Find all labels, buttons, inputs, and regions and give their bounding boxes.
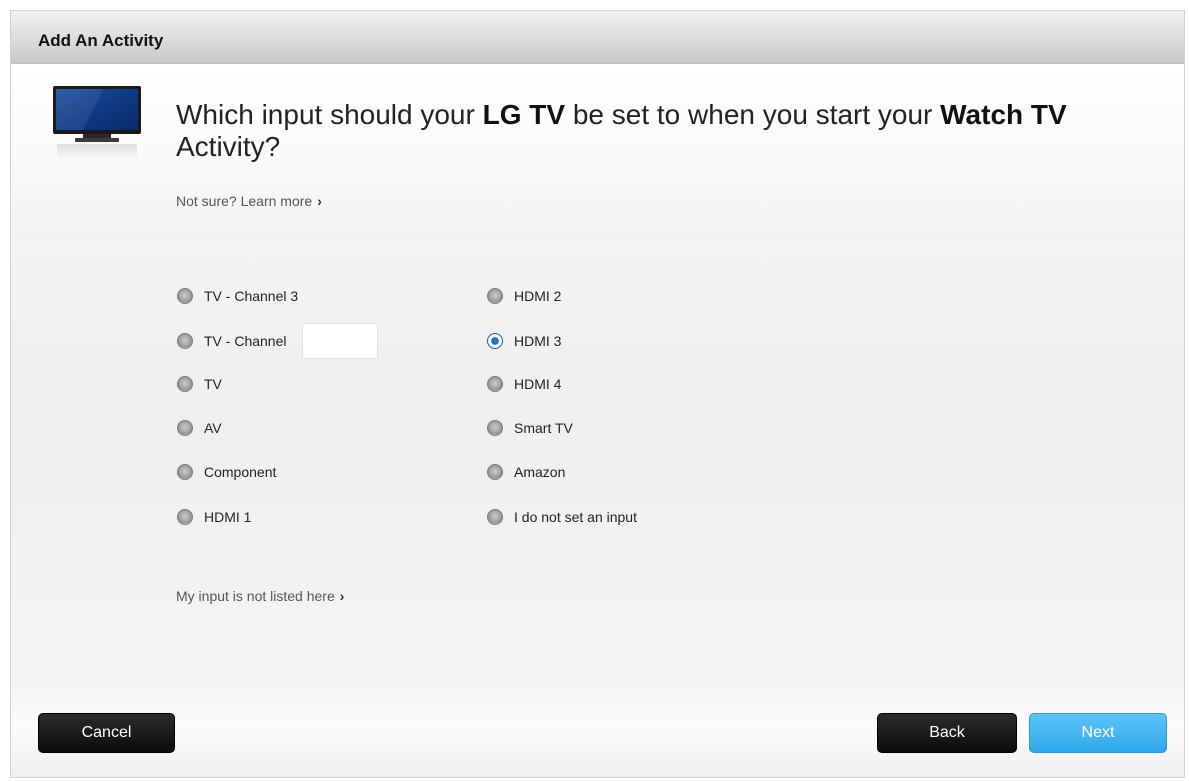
input-question: Which input should your LG TV be set to … [176,99,1076,163]
question-middle: be set to when you start your [565,99,941,130]
input-not-listed-link[interactable]: My input is not listed here › [176,588,344,604]
question-suffix: Activity? [176,131,281,162]
next-button[interactable]: Next [1029,713,1167,753]
option-label: TV [204,376,222,392]
next-button-label: Next [1081,724,1115,741]
option-label: I do not set an input [514,509,637,525]
radio-button[interactable] [177,464,193,480]
title-bar: Add An Activity [11,11,1184,64]
option-label: TV - Channel 3 [204,288,299,304]
radio-button[interactable] [487,509,503,525]
radio-button[interactable] [487,420,503,436]
option-no-input[interactable]: I do not set an input [487,506,637,528]
option-label: HDMI 3 [514,333,562,349]
question-activity: Watch TV [940,99,1067,130]
option-label: TV - Channel [204,333,287,349]
radio-button[interactable] [177,509,193,525]
option-label: HDMI 4 [514,376,562,392]
option-hdmi-4[interactable]: HDMI 4 [487,373,561,395]
option-av[interactable]: AV [177,417,222,439]
option-label: AV [204,420,222,436]
option-label: HDMI 2 [514,288,562,304]
add-activity-window: Add An Activity Which input should your … [10,10,1185,778]
radio-button[interactable] [177,376,193,392]
learn-more-label: Not sure? Learn more [176,193,313,209]
radio-button[interactable] [487,288,503,304]
option-tv[interactable]: TV [177,373,222,395]
option-label: Smart TV [514,420,573,436]
chevron-right-icon: › [339,588,345,604]
not-listed-label: My input is not listed here [176,588,335,604]
question-prefix: Which input should your [176,99,483,130]
cancel-button-label: Cancel [81,724,132,741]
radio-button[interactable] [177,333,193,349]
radio-button[interactable] [177,288,193,304]
option-component[interactable]: Component [177,461,276,483]
option-hdmi-3[interactable]: HDMI 3 [487,330,561,352]
option-hdmi-1[interactable]: HDMI 1 [177,506,251,528]
tv-icon [53,86,141,162]
option-tv-channel-custom[interactable]: TV - Channel [177,323,379,359]
cancel-button[interactable]: Cancel [38,713,175,753]
question-device: LG TV [482,99,566,130]
option-amazon[interactable]: Amazon [487,461,565,483]
back-button[interactable]: Back [877,713,1017,753]
chevron-right-icon: › [317,193,322,209]
option-label: Amazon [514,464,566,480]
option-label: HDMI 1 [204,509,252,525]
radio-button[interactable] [487,376,503,392]
radio-button-selected[interactable] [487,333,503,349]
window-title: Add An Activity [38,31,164,50]
channel-number-input[interactable] [302,323,379,359]
radio-button[interactable] [487,464,503,480]
radio-button[interactable] [177,420,193,436]
learn-more-link[interactable]: Not sure? Learn more › [176,193,322,209]
option-hdmi-2[interactable]: HDMI 2 [487,285,561,307]
option-tv-channel-3[interactable]: TV - Channel 3 [177,285,298,307]
option-smart-tv[interactable]: Smart TV [487,417,573,439]
back-button-label: Back [929,724,965,741]
option-label: Component [204,464,277,480]
